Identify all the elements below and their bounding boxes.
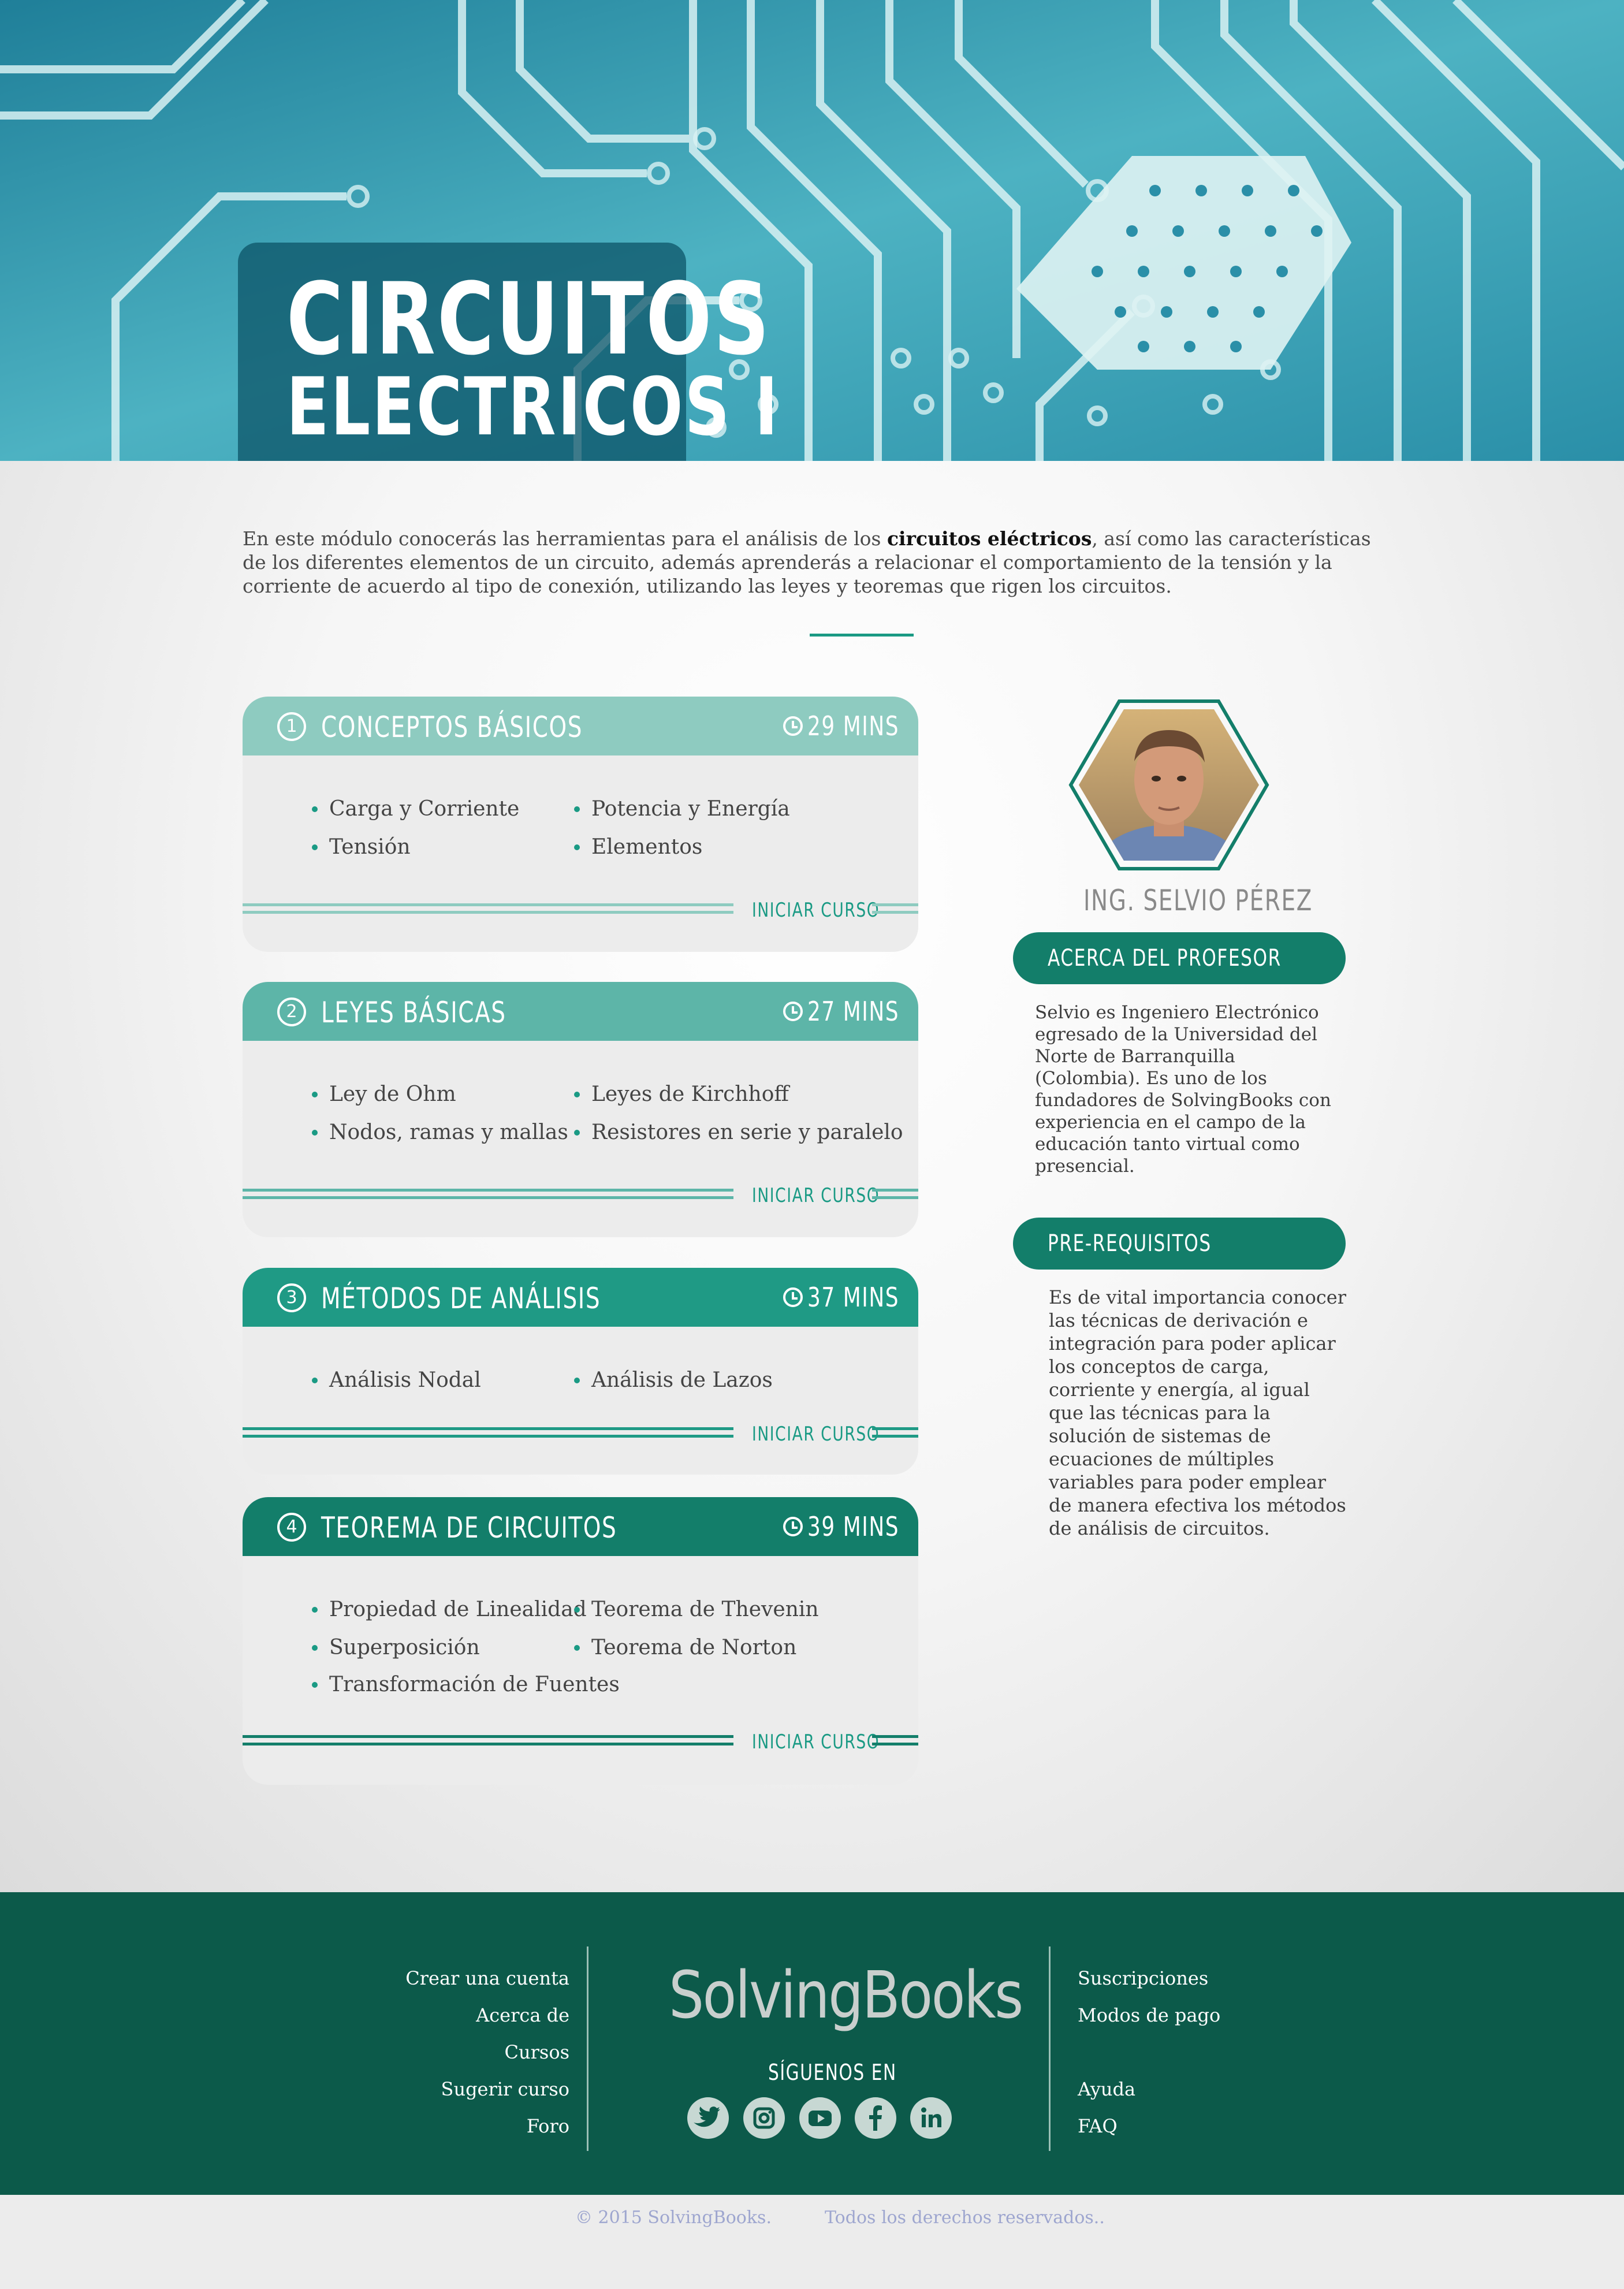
course-duration: 37 MINS [807, 1282, 900, 1313]
prerequisites-text: Es de vital importancia conocer las técn… [1049, 1286, 1346, 1539]
intro-highlight: circuitos eléctricos [887, 527, 1092, 550]
start-course-button[interactable]: INICIAR CURSO [752, 1423, 880, 1446]
topic-item: Potencia y Energía [574, 797, 790, 821]
topic-item: Superposición [312, 1636, 480, 1659]
card-decor-lines [872, 903, 918, 914]
card-decor-lines [243, 903, 733, 914]
course-title: CONCEPTOS BÁSICOS [321, 710, 583, 744]
start-course-button[interactable]: INICIAR CURSO [752, 899, 880, 922]
card-decor-lines [243, 1189, 733, 1199]
course-card-header[interactable]: 2 LEYES BÁSICAS 27 MINS [243, 982, 918, 1041]
footer-link-faq[interactable]: FAQ [1078, 2115, 1118, 2137]
avatar [1068, 698, 1269, 872]
course-title: TEOREMA DE CIRCUITOS [321, 1511, 617, 1544]
topic-item: Teorema de Norton [573, 1636, 797, 1659]
card-decor-lines [872, 1427, 918, 1438]
intro-paragraph: En este módulo conocerás las herramienta… [243, 527, 1371, 597]
course-card-1: 1 CONCEPTOS BÁSICOS 29 MINS Carga y Corr… [243, 697, 918, 952]
topic-item: Nodos, ramas y mallas [312, 1121, 568, 1144]
instagram-icon[interactable] [743, 2097, 785, 2139]
clock-icon [783, 716, 803, 736]
topic-item: Análisis de Lazos [574, 1368, 773, 1392]
footer-link-help[interactable]: Ayuda [1078, 2078, 1135, 2100]
footer-separator-left [587, 1946, 588, 2151]
linkedin-icon[interactable] [910, 2097, 952, 2139]
about-teacher-text: Selvio es Ingeniero Electrónico egresado… [1035, 1002, 1331, 1177]
footer [0, 1892, 1624, 2195]
footer-link-courses[interactable]: Cursos [338, 2041, 570, 2063]
footer-link-payment-methods[interactable]: Modos de pago [1078, 2004, 1220, 2026]
course-card-4: 4 TEOREMA DE CIRCUITOS 39 MINS Propiedad… [243, 1497, 918, 1785]
follow-us-label: SÍGUENOS EN [768, 2060, 897, 2085]
topic-item: Análisis Nodal [312, 1368, 481, 1392]
course-card-3: 3 MÉTODOS DE ANÁLISIS 37 MINS Análisis N… [243, 1268, 918, 1475]
card-decor-lines [243, 1427, 733, 1438]
footer-link-about[interactable]: Acerca de [338, 2004, 569, 2026]
course-title: LEYES BÁSICAS [321, 996, 506, 1029]
course-number: 4 [277, 1513, 306, 1542]
twitter-icon[interactable] [687, 2097, 729, 2139]
topic-item: Teorema de Thevenin [574, 1598, 819, 1621]
rights-text: Todos los derechos reservados.. [825, 2208, 1105, 2228]
hero-title-line1: CIRCUITOS [286, 261, 772, 377]
topic-item: Propiedad de Linealidad [312, 1598, 587, 1621]
course-duration: 29 MINS [807, 710, 900, 742]
card-decor-lines [872, 1735, 918, 1745]
topic-item: Carga y Corriente [311, 797, 520, 821]
course-card-2: 2 LEYES BÁSICAS 27 MINS Ley de Ohm Leyes… [243, 982, 918, 1237]
course-number: 3 [277, 1283, 306, 1312]
topic-item: Leyes de Kirchhoff [574, 1082, 789, 1106]
prerequisites-tab[interactable]: PRE-REQUISITOS [1013, 1218, 1346, 1270]
course-number: 2 [277, 998, 306, 1026]
section-divider [810, 634, 914, 637]
teacher-name: ING. SELVIO PÉREZ [1083, 884, 1313, 917]
topic-item: Transformación de Fuentes [312, 1673, 620, 1696]
hero-title-line2: ELECTRICOS I [286, 360, 780, 453]
footer-link-create-account[interactable]: Crear una cuenta [338, 1967, 569, 1989]
course-duration: 27 MINS [807, 996, 900, 1027]
youtube-icon[interactable] [799, 2097, 841, 2139]
clock-icon [783, 1002, 803, 1021]
topic-item: Ley de Ohm [312, 1082, 456, 1106]
start-course-button[interactable]: INICIAR CURSO [752, 1184, 880, 1207]
solvingbooks-logo[interactable]: SolvingBooks [669, 1958, 1023, 2033]
course-duration: 39 MINS [807, 1511, 900, 1542]
clock-icon [783, 1287, 803, 1307]
topic-item: Resistores en serie y paralelo [574, 1121, 903, 1144]
course-card-header[interactable]: 3 MÉTODOS DE ANÁLISIS 37 MINS [243, 1268, 918, 1327]
footer-link-forum[interactable]: Foro [338, 2115, 569, 2137]
card-decor-lines [243, 1735, 733, 1745]
start-course-button[interactable]: INICIAR CURSO [752, 1730, 880, 1754]
course-card-header[interactable]: 1 CONCEPTOS BÁSICOS 29 MINS [243, 697, 918, 755]
card-decor-lines [872, 1189, 918, 1199]
footer-link-subscriptions[interactable]: Suscripciones [1078, 1967, 1208, 1989]
topic-item: Tensión [312, 835, 411, 859]
prerequisites-label: PRE-REQUISITOS [1048, 1230, 1212, 1257]
clock-icon [783, 1517, 803, 1536]
about-teacher-tab[interactable]: ACERCA DEL PROFESOR [1013, 932, 1346, 984]
about-teacher-label: ACERCA DEL PROFESOR [1048, 945, 1282, 972]
copyright-text: © 2015 SolvingBooks. [575, 2208, 772, 2228]
hero-banner: CIRCUITOS ELECTRICOS I [0, 0, 1624, 461]
footer-link-suggest-course[interactable]: Sugerir curso [338, 2078, 569, 2100]
course-title: MÉTODOS DE ANÁLISIS [321, 1282, 601, 1315]
course-number: 1 [277, 712, 306, 741]
course-card-header[interactable]: 4 TEOREMA DE CIRCUITOS 39 MINS [243, 1497, 918, 1556]
footer-separator-right [1049, 1946, 1051, 2151]
facebook-icon[interactable] [855, 2097, 896, 2139]
topic-item: Elementos [573, 835, 703, 859]
